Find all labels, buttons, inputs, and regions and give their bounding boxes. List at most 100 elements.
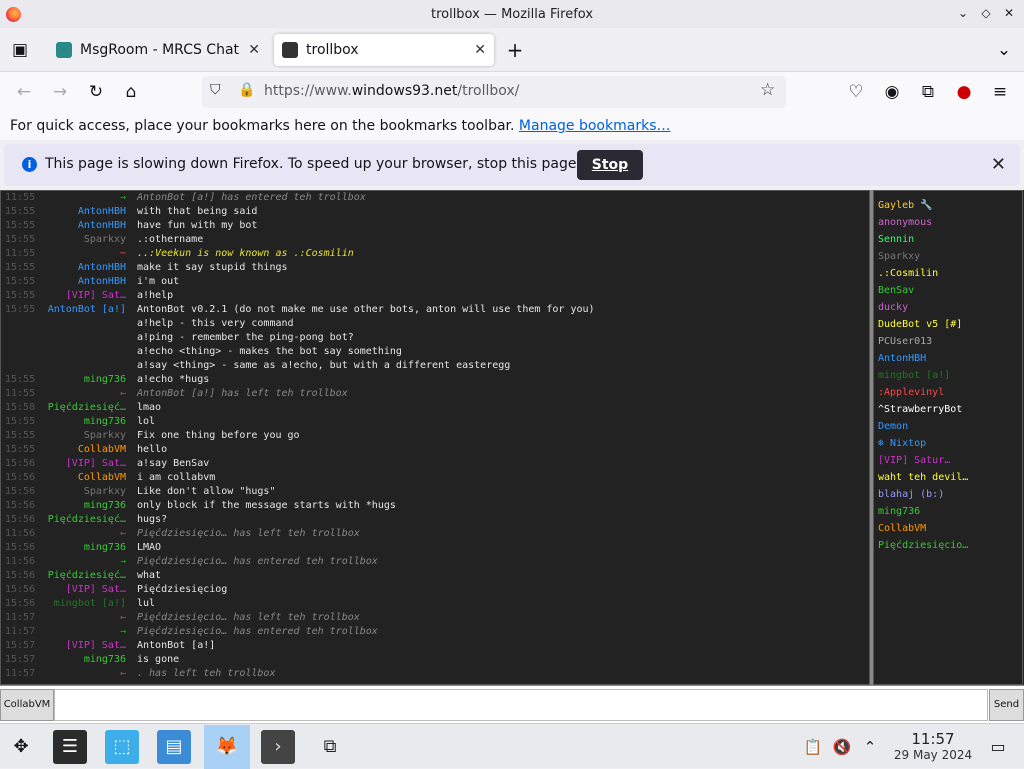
message-nick[interactable]: ming736 <box>84 541 126 555</box>
tab-trollbox[interactable]: trollbox ✕ <box>274 34 494 66</box>
message-nick[interactable]: AntonHBH <box>78 205 126 219</box>
close-window-icon[interactable]: ✕ <box>1001 6 1017 20</box>
close-tab-icon[interactable]: ✕ <box>248 42 260 58</box>
send-button[interactable]: Send <box>989 689 1024 721</box>
message-nick[interactable]: AntonHBH <box>78 275 126 289</box>
minimize-icon[interactable]: ⌄ <box>955 6 971 20</box>
message-nick[interactable]: AntonHBH <box>78 261 126 275</box>
url-bar[interactable]: ⛉ 🔒 https://www.windows93.net/trollbox/ … <box>202 76 786 108</box>
message-nick[interactable]: → <box>120 191 126 205</box>
forward-icon[interactable]: → <box>48 80 72 104</box>
user-list-item[interactable]: mingbot [a!] <box>874 367 1022 384</box>
message-nick[interactable]: → <box>120 625 126 639</box>
lock-icon[interactable]: 🔒 <box>238 82 255 98</box>
message-nick[interactable]: [VIP] Sat… <box>66 457 126 471</box>
user-list-item[interactable]: anonymous <box>874 214 1022 231</box>
chat-message: 11:55 ~ ..:Veekun is now known as .:Cosmil… <box>1 247 869 261</box>
user-list-item[interactable]: waht teh devil… <box>874 469 1022 486</box>
maximize-icon[interactable]: ◇ <box>978 6 994 20</box>
new-tab-icon[interactable]: + <box>503 38 527 62</box>
message-nick[interactable]: ming736 <box>84 499 126 513</box>
message-nick[interactable]: Sparkxy <box>84 429 126 443</box>
user-list-item[interactable]: .:Cosmilin <box>874 265 1022 282</box>
message-nick[interactable]: ming736 <box>84 373 126 387</box>
user-list-item[interactable]: BenSav <box>874 282 1022 299</box>
manage-bookmarks-link[interactable]: Manage bookmarks… <box>519 118 671 134</box>
user-list-item[interactable]: [VIP] Satur… <box>874 452 1022 469</box>
message-nick[interactable]: ming736 <box>84 415 126 429</box>
show-hidden-icons[interactable]: ⌃ <box>853 730 887 764</box>
pocket-icon[interactable]: ♡ <box>844 80 868 104</box>
ublock-icon[interactable]: ● <box>952 80 976 104</box>
user-list-item[interactable]: ducky <box>874 299 1022 316</box>
message-nick[interactable]: ← <box>120 611 126 625</box>
message-nick[interactable]: mingbot [a!] <box>54 597 126 611</box>
user-list-item[interactable]: Gayleb 🔧 <box>874 197 1022 214</box>
user-list-item[interactable]: DudeBot v5 [#] <box>874 316 1022 333</box>
user-list-item[interactable]: ❄ Nixtop <box>874 435 1022 452</box>
shield-icon[interactable]: ⛉ <box>210 82 221 98</box>
show-desktop-icon[interactable]: ▭ <box>981 730 1015 764</box>
user-list-item[interactable]: Demon <box>874 418 1022 435</box>
file-manager-icon[interactable]: ▤ <box>157 730 191 764</box>
user-list-item[interactable]: Sennin <box>874 231 1022 248</box>
back-icon[interactable]: ← <box>12 80 36 104</box>
message-nick[interactable]: Pięćdziesięć… <box>48 513 126 527</box>
tab-msgroom[interactable]: MsgRoom - MRCS Chat ✕ <box>48 34 268 66</box>
firefox-view-icon[interactable]: ▣ <box>8 38 32 62</box>
message-nick[interactable]: Pięćdziesięć… <box>48 569 126 583</box>
reload-icon[interactable]: ↻ <box>84 80 108 104</box>
message-nick[interactable]: AntonBot [a!] <box>48 303 126 317</box>
user-list-item[interactable]: AntonHBH <box>874 350 1022 367</box>
message-nick[interactable]: → <box>120 555 126 569</box>
chat-log[interactable]: 11:55 → AntonBot [a!] has entered teh trol… <box>0 190 870 685</box>
tab-label: trollbox <box>306 42 359 58</box>
url-text[interactable]: https://www.windows93.net/trollbox/ <box>264 83 519 99</box>
message-nick[interactable]: ← <box>120 667 126 681</box>
message-nick[interactable]: [VIP] Sat… <box>66 289 126 303</box>
message-nick[interactable]: CollabVM <box>78 471 126 485</box>
message-nick[interactable]: AntonHBH <box>78 219 126 233</box>
chat-message: 15:55 AntonHBH with that being said <box>1 205 869 219</box>
terminal-icon[interactable]: › <box>261 730 295 764</box>
message-nick[interactable]: ← <box>120 527 126 541</box>
user-list-item[interactable]: ming736 <box>874 503 1022 520</box>
user-list-item[interactable]: PCUser013 <box>874 333 1022 350</box>
clock[interactable]: 11:57 29 May 2024 <box>893 732 973 763</box>
system-settings-icon[interactable]: ☰ <box>53 730 87 764</box>
firefox-taskbar-icon[interactable]: 🦊 <box>204 725 250 769</box>
message-nick[interactable]: ~ <box>120 247 126 261</box>
extensions-icon[interactable]: ⧉ <box>916 80 940 104</box>
close-tab-icon[interactable]: ✕ <box>474 42 486 58</box>
message-nick[interactable]: CollabVM <box>78 443 126 457</box>
nickname-button[interactable]: CollabVM <box>0 689 54 721</box>
user-list-item[interactable]: :Applevinyl <box>874 384 1022 401</box>
user-list-item[interactable]: Sparkxy <box>874 248 1022 265</box>
message-text: make it say stupid things <box>137 262 288 273</box>
stop-button[interactable]: Stop <box>577 150 643 180</box>
list-tabs-icon[interactable]: ⌄ <box>992 38 1016 62</box>
message-text: a!help - this very command <box>137 318 294 329</box>
bookmark-star-icon[interactable]: ☆ <box>760 80 775 100</box>
user-list-item[interactable]: Pięćdziesięcio… <box>874 537 1022 554</box>
message-nick[interactable]: ← <box>120 387 126 401</box>
user-list-item[interactable]: ^StrawberryBot <box>874 401 1022 418</box>
message-nick[interactable]: ming736 <box>84 653 126 667</box>
home-icon[interactable]: ⌂ <box>119 80 143 104</box>
message-nick[interactable]: Sparkxy <box>84 485 126 499</box>
message-input[interactable] <box>54 689 988 721</box>
message-text: lol <box>137 416 156 427</box>
app-launcher-icon[interactable]: ✥ <box>4 730 38 764</box>
discover-icon[interactable]: ⬚ <box>105 730 139 764</box>
menu-icon[interactable]: ≡ <box>988 80 1012 104</box>
message-nick[interactable]: Sparkxy <box>84 233 126 247</box>
account-icon[interactable]: ◉ <box>880 80 904 104</box>
message-nick[interactable]: Pięćdziesięć… <box>48 401 126 415</box>
window-switcher-icon[interactable]: ⧉ <box>313 730 347 764</box>
close-notification-icon[interactable]: ✕ <box>991 154 1006 175</box>
user-list-item[interactable]: blahaj (b:) <box>874 486 1022 503</box>
user-list-item[interactable]: CollabVM <box>874 520 1022 537</box>
message-nick[interactable]: [VIP] Sat… <box>66 583 126 597</box>
message-nick[interactable]: [VIP] Sat… <box>66 639 126 653</box>
chat-message: 11:57 → Pięćdziesięcio… has entered teh tr… <box>1 625 869 639</box>
